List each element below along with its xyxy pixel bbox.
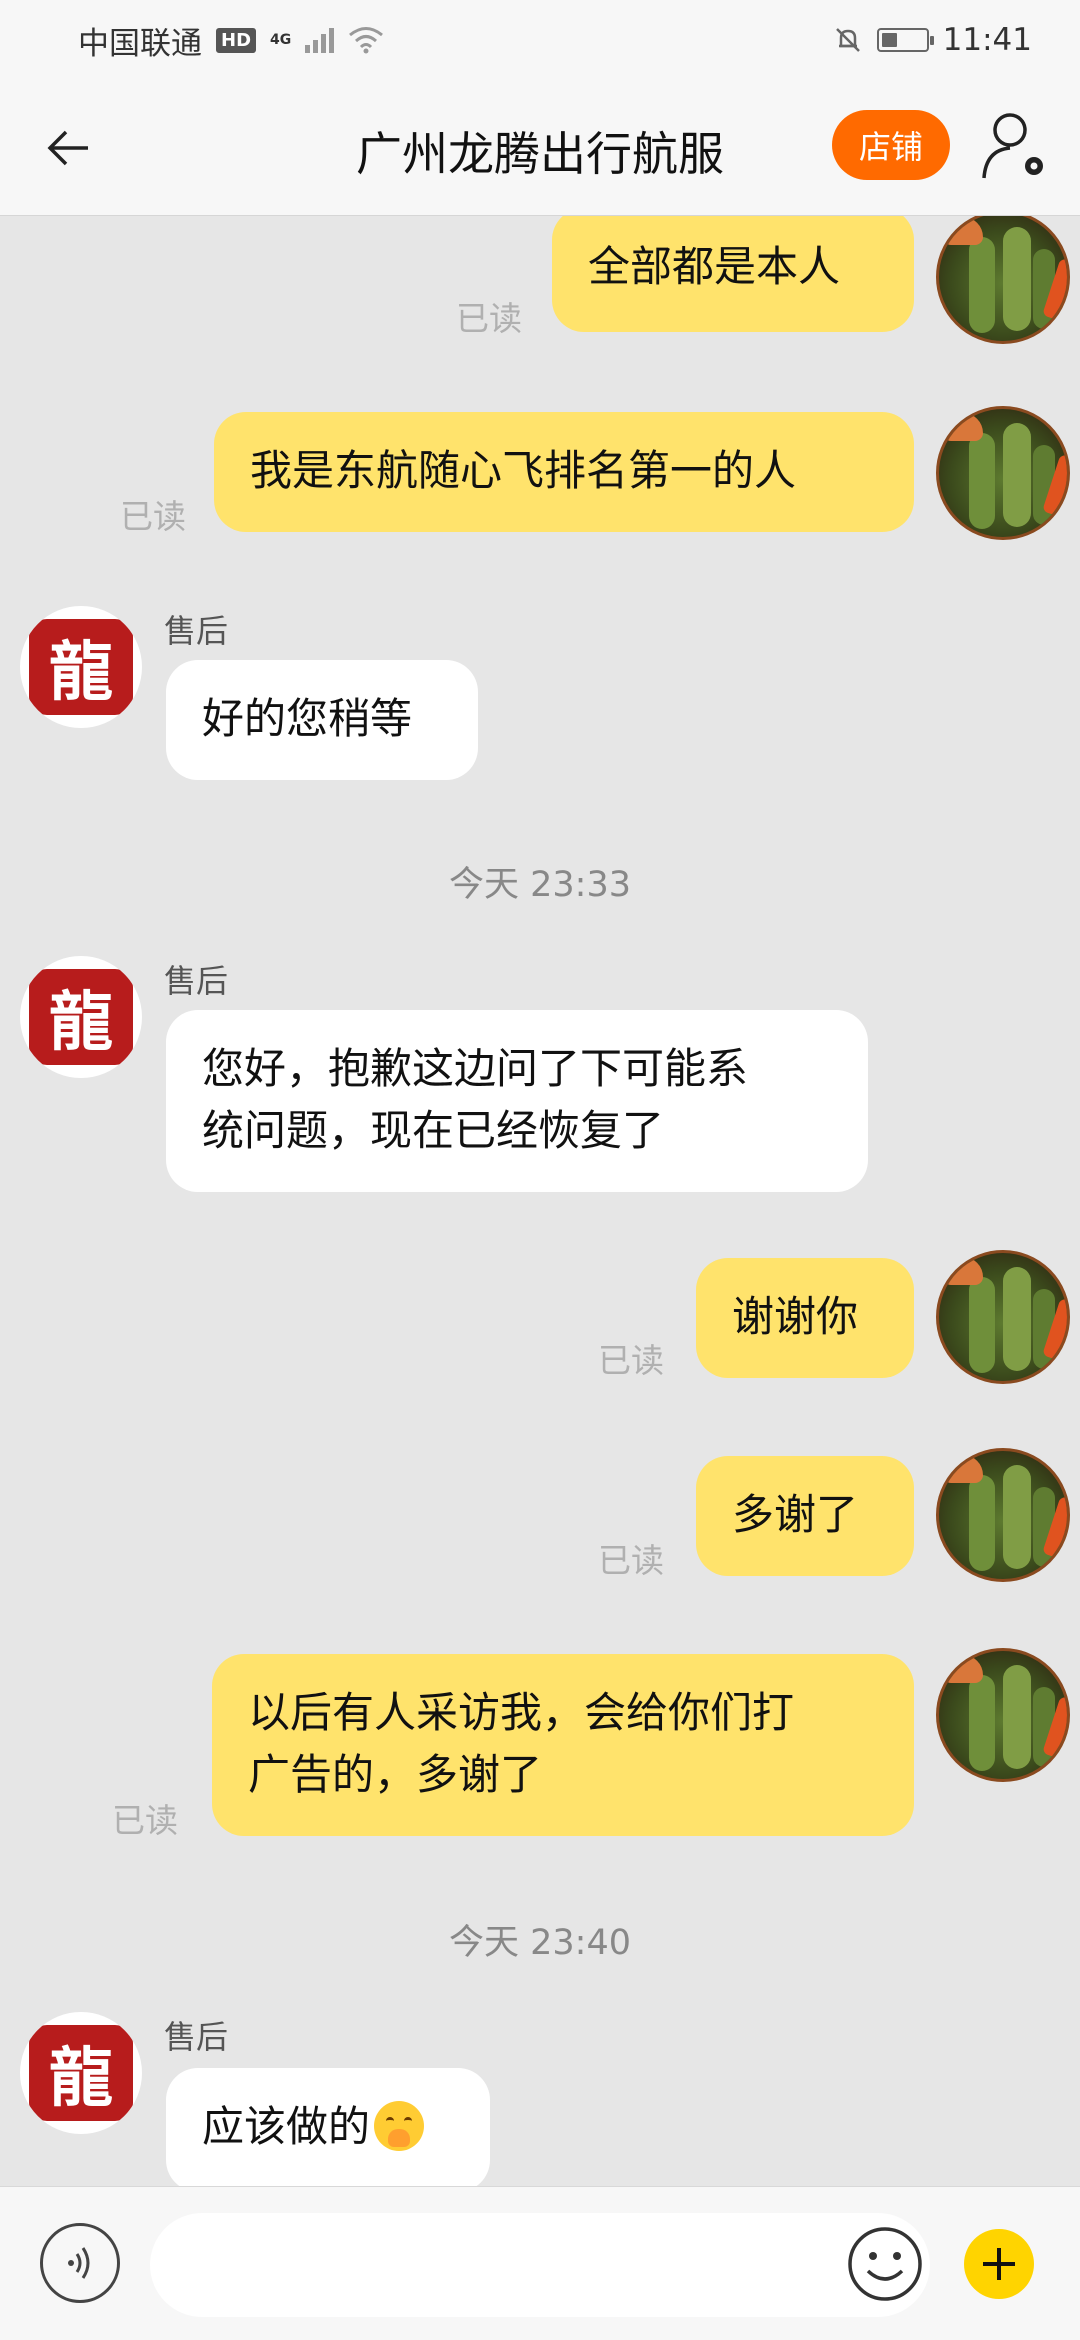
input-bar [0,2186,1080,2340]
battery-icon [876,28,934,52]
message-line: 统问题，现在已经恢复了 [202,1106,665,1155]
emoji-icon[interactable] [846,2225,924,2303]
my-avatar[interactable] [936,406,1070,540]
seller-avatar[interactable]: 龍 [20,2012,142,2134]
clock: 11:41 [942,22,1032,58]
wifi-icon [349,27,384,54]
message-bubble-sent[interactable]: 我是东航随心飞排名第一的人 [214,412,914,532]
shop-button[interactable]: 店铺 [832,110,950,180]
message-bubble-received[interactable]: 应该做的 [166,2068,490,2186]
message-line: 您好，抱歉这边问了下可能系 [202,1044,749,1093]
my-avatar[interactable] [936,1648,1070,1782]
message-bubble-received[interactable]: 您好，抱歉这边问了下可能系 统问题，现在已经恢复了 [166,1010,868,1192]
shy-face-emoji-icon [374,2100,425,2151]
message-bubble-sent[interactable]: 多谢了 [696,1456,914,1576]
message-line: 以后有人采访我，会给你们打 [248,1688,795,1737]
dragon-seal-icon: 龍 [29,619,133,715]
plus-icon[interactable] [964,2229,1034,2299]
status-left: 中国联通 HD 4G [78,18,384,63]
signal-icon [305,27,335,53]
my-avatar[interactable] [936,1448,1070,1582]
read-status: 已读 [456,299,522,338]
message-bubble-sent[interactable]: 全部都是本人 [552,216,914,332]
user-settings-icon[interactable] [980,108,1050,184]
message-bubble-received[interactable]: 好的您稍等 [166,660,478,780]
message-text: 应该做的 [202,2102,371,2151]
read-status: 已读 [598,1341,664,1380]
my-avatar[interactable] [936,216,1070,344]
sender-name: 售后 [164,2018,229,2056]
voice-icon[interactable] [40,2223,120,2303]
timestamp: 今天 23:40 [449,1923,631,1963]
carrier-label: 中国联通 [78,25,202,62]
read-status: 已读 [112,1801,178,1840]
sender-name: 售后 [164,962,229,1000]
read-status: 已读 [120,497,186,536]
message-bubble-sent[interactable]: 谢谢你 [696,1258,914,1378]
seller-avatar[interactable]: 龍 [20,956,142,1078]
read-status: 已读 [598,1541,664,1580]
status-right: 11:41 [833,22,1032,58]
chat-area[interactable]: 全部都是本人 已读 我是东航随心飞排名第一的人 已读 龍 售后 好的您稍等 今天… [0,216,1080,2186]
message-line: 广告的，多谢了 [248,1750,543,1799]
status-bar: 中国联通 HD 4G 11:41 [0,0,1080,80]
hd-badge: HD [216,27,257,53]
dragon-seal-icon: 龍 [29,969,133,1065]
message-input[interactable] [150,2213,930,2317]
seller-avatar[interactable]: 龍 [20,606,142,728]
timestamp: 今天 23:33 [449,865,631,905]
battery-fill [881,33,897,47]
dragon-seal-icon: 龍 [29,2025,133,2121]
mute-bell-icon [835,28,860,52]
sender-name: 售后 [164,612,229,650]
chat-header: 广州龙腾出行航服 店铺 [0,80,1080,216]
message-bubble-sent[interactable]: 以后有人采访我，会给你们打 广告的，多谢了 [212,1654,914,1836]
my-avatar[interactable] [936,1250,1070,1384]
network-type: 4G [270,32,292,48]
